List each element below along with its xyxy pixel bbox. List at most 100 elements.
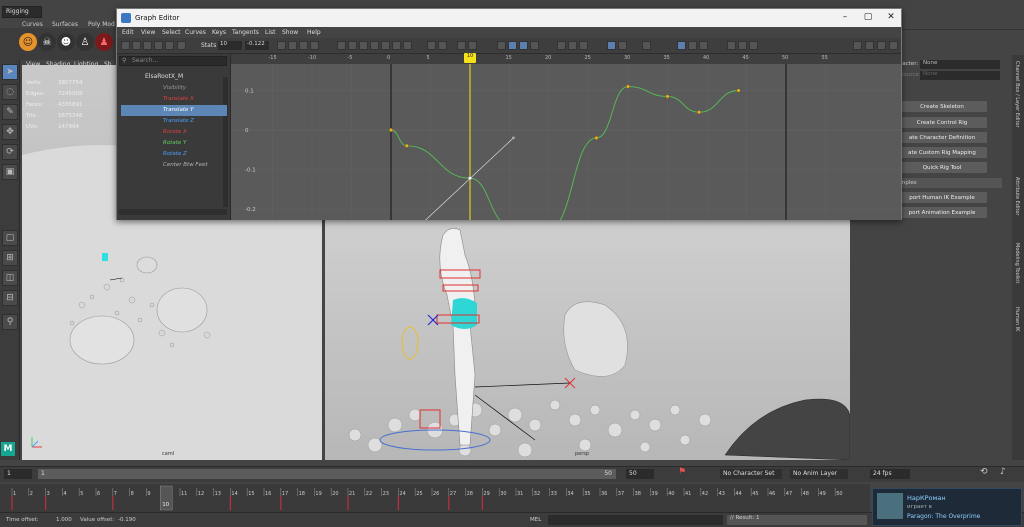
- tab-modeling-toolkit[interactable]: Modeling Toolkit: [1014, 243, 1020, 283]
- command-line-input[interactable]: [548, 515, 723, 525]
- dope-sheet-icon[interactable]: [727, 41, 736, 50]
- channel-item[interactable]: Visibility: [121, 83, 227, 94]
- time-editor-icon[interactable]: [749, 41, 758, 50]
- move-tool-icon[interactable]: ✥: [2, 124, 18, 140]
- maximize-icon[interactable]: ▢: [862, 12, 874, 22]
- pre-infinity-icon[interactable]: [557, 41, 566, 50]
- shelf-tab-polymod[interactable]: Poly Mod: [88, 21, 115, 28]
- keyframe[interactable]: [404, 143, 409, 148]
- auto-tangent-icon[interactable]: [337, 41, 346, 50]
- minimize-icon[interactable]: –: [839, 12, 851, 22]
- create-character-definition-button[interactable]: ate Character Definition: [897, 132, 987, 143]
- quick-rig-tool-button[interactable]: Quick Rig Tool: [897, 162, 987, 173]
- create-control-rig-button[interactable]: Create Control Rig: [897, 117, 987, 128]
- graph-layout-icon[interactable]: [865, 41, 874, 50]
- linear-tangent-icon[interactable]: [370, 41, 379, 50]
- rig-figure-icon[interactable]: ♟: [95, 33, 113, 51]
- flat-tangent-icon[interactable]: [381, 41, 390, 50]
- menu-keys[interactable]: Keys: [212, 29, 226, 36]
- menu-tangents[interactable]: Tangents: [232, 29, 259, 36]
- free-weights-icon[interactable]: [468, 41, 477, 50]
- pan-view-icon[interactable]: [853, 41, 862, 50]
- create-skeleton-button[interactable]: Create Skeleton: [897, 101, 987, 112]
- break-tangents-icon[interactable]: [427, 41, 436, 50]
- time-slider[interactable]: 1234567891011121314151617181920212223242…: [0, 484, 870, 512]
- auto-key-icon[interactable]: ⚑: [678, 467, 686, 477]
- outliner-h-scrollbar[interactable]: [119, 209, 227, 215]
- steam-notification[interactable]: НарКРоман играет в Paragon: The Overprim…: [872, 488, 1022, 526]
- fps-select[interactable]: 24 fps: [870, 469, 910, 479]
- keyframe[interactable]: [594, 135, 599, 140]
- retime-tool-icon[interactable]: [165, 41, 174, 50]
- clamped-tangent-icon[interactable]: [359, 41, 368, 50]
- loop-icon[interactable]: ⟲: [980, 467, 988, 477]
- tab-attribute-editor[interactable]: Attribute Editor: [1014, 177, 1020, 215]
- menu-show[interactable]: Show: [282, 29, 298, 36]
- stats-time-field[interactable]: 10: [218, 41, 242, 50]
- import-animation-example-button[interactable]: port Animation Example: [897, 207, 987, 218]
- tab-human-ik[interactable]: Human IK: [1014, 307, 1020, 331]
- channel-item[interactable]: Translate Z: [121, 116, 227, 127]
- channel-item[interactable]: Rotate X: [121, 127, 227, 138]
- skeleton-icon[interactable]: ☠: [38, 33, 56, 51]
- spline-tangent-icon[interactable]: [348, 41, 357, 50]
- absolute-view-icon[interactable]: [688, 41, 697, 50]
- search-icon[interactable]: ⚲: [2, 314, 18, 330]
- channel-item[interactable]: Center Btw Feet: [121, 160, 227, 171]
- graph-area[interactable]: 0.10-0.1-0.2-0.3: [231, 54, 901, 220]
- curve-display-icon[interactable]: [642, 41, 651, 50]
- mode-select[interactable]: Rigging: [2, 6, 42, 18]
- create-custom-rig-mapping-button[interactable]: ate Custom Rig Mapping: [897, 147, 987, 158]
- float-panel-icon[interactable]: [889, 41, 898, 50]
- mel-label[interactable]: MEL: [530, 517, 541, 523]
- snap-values-icon[interactable]: [530, 41, 539, 50]
- tangent-handle-point[interactable]: [512, 136, 515, 140]
- normalize-icon[interactable]: [607, 41, 616, 50]
- time-ruler[interactable]: -15-10-5051015202530354045505510: [231, 53, 901, 64]
- frame-selection-icon[interactable]: [288, 41, 297, 50]
- keyframe[interactable]: [697, 110, 702, 115]
- snap-times-icon[interactable]: [519, 41, 528, 50]
- channel-item[interactable]: Translate Y: [121, 105, 227, 116]
- human-ik-icon[interactable]: ☺: [19, 33, 37, 51]
- center-current-icon[interactable]: [310, 41, 319, 50]
- graph-editor-title-bar[interactable]: Graph Editor: [117, 9, 901, 27]
- denormalize-icon[interactable]: [618, 41, 627, 50]
- sound-icon[interactable]: ♪: [1000, 467, 1006, 477]
- close-icon[interactable]: ✕: [885, 12, 897, 22]
- layout-three-icon[interactable]: ⊟: [2, 290, 18, 306]
- layout-four-icon[interactable]: ⊞: [2, 250, 18, 266]
- keyframe[interactable]: [626, 84, 630, 89]
- frame-playback-icon[interactable]: [299, 41, 308, 50]
- examples-header[interactable]: mples: [897, 178, 1002, 188]
- frame-all-icon[interactable]: [277, 41, 286, 50]
- buffer-curve-swap-icon[interactable]: [508, 41, 517, 50]
- region-tool-icon[interactable]: [154, 41, 163, 50]
- skull-icon[interactable]: ☻: [57, 33, 75, 51]
- channel-item[interactable]: Rotate Z: [121, 149, 227, 160]
- outliner-root-node[interactable]: ElsaRootX_M: [121, 72, 221, 82]
- keyframe[interactable]: [389, 128, 393, 132]
- paint-tool-icon[interactable]: ✎: [2, 104, 18, 120]
- layout-single-icon[interactable]: ▢: [2, 230, 18, 246]
- layout-two-icon[interactable]: ◫: [2, 270, 18, 286]
- start-time-field[interactable]: 1: [4, 469, 32, 479]
- outliner-search-input[interactable]: Search...: [119, 56, 227, 66]
- tab-channel-box[interactable]: Channel Box / Layer Editor: [1014, 61, 1020, 128]
- curve-filter-icon[interactable]: [699, 41, 708, 50]
- current-frame-marker[interactable]: 10: [464, 53, 476, 63]
- stacked-view-icon[interactable]: [677, 41, 686, 50]
- menu-list[interactable]: List: [265, 29, 276, 36]
- lattice-tool-icon[interactable]: [143, 41, 152, 50]
- auto-load-icon[interactable]: [579, 41, 588, 50]
- menu-curves[interactable]: Curves: [185, 29, 206, 36]
- viewport-right[interactable]: persp: [325, 215, 850, 460]
- scale-tool-icon[interactable]: ▣: [2, 164, 18, 180]
- import-human-ik-example-button[interactable]: port Human IK Example: [897, 192, 987, 203]
- keyframe[interactable]: [736, 88, 741, 93]
- step-tangent-icon[interactable]: [392, 41, 401, 50]
- character-select[interactable]: None: [920, 60, 1000, 69]
- source-select[interactable]: None: [920, 71, 1000, 80]
- figure-icon[interactable]: ♙: [76, 33, 94, 51]
- range-slider[interactable]: 1 50: [38, 469, 616, 479]
